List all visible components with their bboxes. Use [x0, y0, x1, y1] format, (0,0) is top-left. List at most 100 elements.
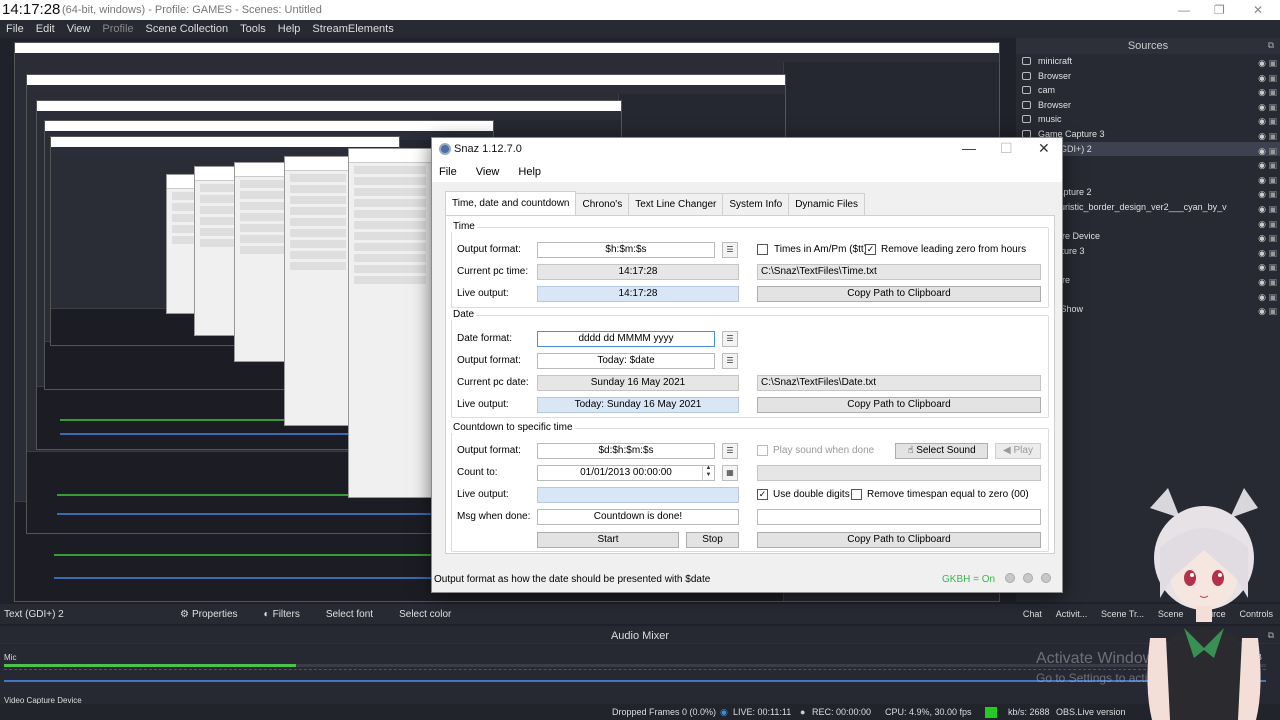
select-sound-button[interactable]: ☝ Select Sound — [895, 443, 988, 459]
maximize-icon[interactable]: ☐ — [1000, 140, 1013, 157]
pin-icon[interactable]: ⧉ — [1268, 630, 1274, 641]
menu-profile[interactable]: Profile — [102, 23, 133, 35]
dock-tab-chat[interactable]: Chat — [1023, 609, 1042, 619]
start-button[interactable]: Start — [537, 532, 679, 548]
time-live-output-label: Live output: — [457, 288, 509, 299]
obs-title-bar: 14:17:28 (64-bit, windows) - Profile: GA… — [0, 0, 1280, 20]
obs-version: OBS.Live version — [1056, 707, 1126, 717]
date-format-input[interactable]: dddd dd MMMM yyyy — [537, 331, 715, 347]
snaz-menu-file[interactable]: File — [439, 166, 457, 178]
calendar-icon[interactable]: ▦ — [722, 465, 738, 481]
tab-panel: Time Output format: $h:$m:$s ☰ Times in … — [445, 215, 1055, 554]
menu-file[interactable]: File — [6, 23, 24, 35]
countdown-group-title: Countdown to specific time — [451, 422, 575, 433]
menu-streamelements[interactable]: StreamElements — [312, 23, 393, 35]
play-sound-button[interactable]: ◀ Play — [995, 443, 1041, 459]
countdown-output-format-input[interactable]: $d:$h:$m:$s — [537, 443, 715, 459]
tab-chronos[interactable]: Chrono's — [575, 193, 630, 215]
source-item[interactable]: Browser ◉ ▣ — [1016, 69, 1280, 84]
countdown-live-output-field — [537, 487, 739, 503]
menu-view[interactable]: View — [67, 23, 91, 35]
leading-zero-checkbox[interactable]: ✓ — [865, 244, 876, 255]
sources-header: Sources ⧉ — [1016, 38, 1280, 54]
source-item[interactable]: music ◉ ▣ — [1016, 112, 1280, 127]
snaz-tabs: Time, date and countdown Chrono's Text L… — [445, 191, 865, 215]
msg-when-done-label: Msg when done: — [457, 511, 531, 522]
select-color-button[interactable]: Select color — [399, 609, 451, 620]
date-format-picker-icon[interactable]: ☰ — [722, 331, 738, 347]
tab-system-info[interactable]: System Info — [722, 193, 790, 215]
time-copy-path-button[interactable]: Copy Path to Clipboard — [757, 286, 1041, 302]
menu-edit[interactable]: Edit — [36, 23, 55, 35]
time-format-picker-icon[interactable]: ☰ — [722, 242, 738, 258]
gkbh-indicator: GKBH = On — [942, 574, 996, 585]
menu-help[interactable]: Help — [278, 23, 301, 35]
close-icon[interactable]: ✕ — [1038, 140, 1050, 157]
time-path-field: C:\Snaz\TextFiles\Time.txt — [757, 264, 1041, 280]
remove-zero-checkbox[interactable] — [851, 489, 862, 500]
stop-button[interactable]: Stop — [686, 532, 739, 548]
pin-icon[interactable]: ⧉ — [1268, 40, 1274, 51]
obs-menu-bar: File Edit View Profile Scene Collection … — [0, 20, 1280, 38]
properties-label: Properties — [191, 608, 238, 620]
count-to-spinner-icon[interactable]: ▲ ▼ — [702, 465, 714, 481]
date-output-format-label: Output format: — [457, 355, 521, 366]
dock-tab-activity[interactable]: Activit... — [1056, 609, 1088, 619]
date-format-label: Date format: — [457, 333, 513, 344]
maximize-icon[interactable]: ❐ — [1214, 3, 1225, 17]
menu-scene-collection[interactable]: Scene Collection — [146, 23, 229, 35]
source-item[interactable]: Browser ◉ ▣ — [1016, 98, 1280, 113]
menu-tools[interactable]: Tools — [240, 23, 266, 35]
close-icon[interactable]: ✕ — [1253, 3, 1263, 17]
rec-icon: ● — [800, 707, 806, 717]
tab-dynamic-files[interactable]: Dynamic Files — [788, 193, 865, 215]
source-item-label: Browser — [1038, 70, 1072, 81]
snaz-status-text: Output format as how the date should be … — [434, 574, 711, 585]
minimize-icon[interactable]: — — [1178, 3, 1190, 17]
date-path-field: C:\Snaz\TextFiles\Date.txt — [757, 375, 1041, 391]
ampm-checkbox[interactable] — [757, 244, 768, 255]
count-to-datetime-input[interactable]: 01/01/2013 00:00:00 — [537, 465, 715, 481]
speaker-icon: ◀ — [1003, 445, 1014, 456]
snaz-app-icon — [439, 143, 451, 155]
current-date-field: Sunday 16 May 2021 — [537, 375, 739, 391]
countdown-copy-path-button[interactable]: Copy Path to Clipboard — [757, 532, 1041, 548]
source-item[interactable]: minicraft ◉ ▣ — [1016, 54, 1280, 69]
countdown-extra-field[interactable] — [757, 509, 1041, 525]
visibility-eye-icon[interactable]: ◉ — [1258, 304, 1266, 319]
live-time: LIVE: 00:11:11 — [733, 707, 792, 717]
source-type-icon — [1022, 71, 1031, 80]
source-item[interactable]: cam ◉ ▣ — [1016, 83, 1280, 98]
select-font-button[interactable]: Select font — [326, 609, 373, 620]
rec-time: REC: 00:00:00 — [812, 707, 872, 717]
current-time-field: 14:17:28 — [537, 264, 739, 280]
filters-button[interactable]: ◐ Filters — [264, 609, 300, 620]
snaz-menu-view[interactable]: View — [476, 166, 500, 178]
tab-text-line-changer[interactable]: Text Line Changer — [628, 193, 724, 215]
selected-source-name: Text (GDI+) 2 — [4, 608, 64, 620]
source-type-icon — [1022, 86, 1031, 95]
overlay-clock: 14:17:28 — [2, 1, 61, 18]
time-live-output-field: 14:17:28 — [537, 286, 739, 302]
date-live-output-field: Today: Sunday 16 May 2021 — [537, 397, 739, 413]
date-output-picker-icon[interactable]: ☰ — [722, 353, 738, 369]
lock-icon[interactable]: ▣ — [1268, 304, 1277, 319]
date-output-format-input[interactable]: Today: $date — [537, 353, 715, 369]
date-copy-path-button[interactable]: Copy Path to Clipboard — [757, 397, 1041, 413]
play-sound-checkbox[interactable] — [757, 445, 768, 456]
time-output-format-input[interactable]: $h:$m:$s — [537, 242, 715, 258]
properties-button[interactable]: ⚙ Properties — [180, 609, 238, 620]
countdown-format-picker-icon[interactable]: ☰ — [722, 443, 738, 459]
source-type-icon — [1022, 57, 1031, 65]
tab-time-date-countdown[interactable]: Time, date and countdown — [445, 191, 577, 215]
source-type-icon — [1022, 115, 1031, 124]
msg-when-done-input[interactable]: Countdown is done! — [537, 509, 739, 525]
current-time-label: Current pc time: — [457, 266, 529, 277]
double-digits-checkbox[interactable]: ✓ — [757, 489, 768, 500]
minimize-icon[interactable]: — — [962, 140, 976, 156]
status-dot-icon — [1023, 573, 1033, 583]
obs-status-bar: Dropped Frames 0 (0.0%) ◉ LIVE: 00:11:11… — [0, 704, 1280, 720]
snaz-menu-help[interactable]: Help — [518, 166, 541, 178]
status-dot-icon — [1041, 573, 1051, 583]
dock-tab-scene-transitions[interactable]: Scene Tr... — [1101, 609, 1144, 619]
